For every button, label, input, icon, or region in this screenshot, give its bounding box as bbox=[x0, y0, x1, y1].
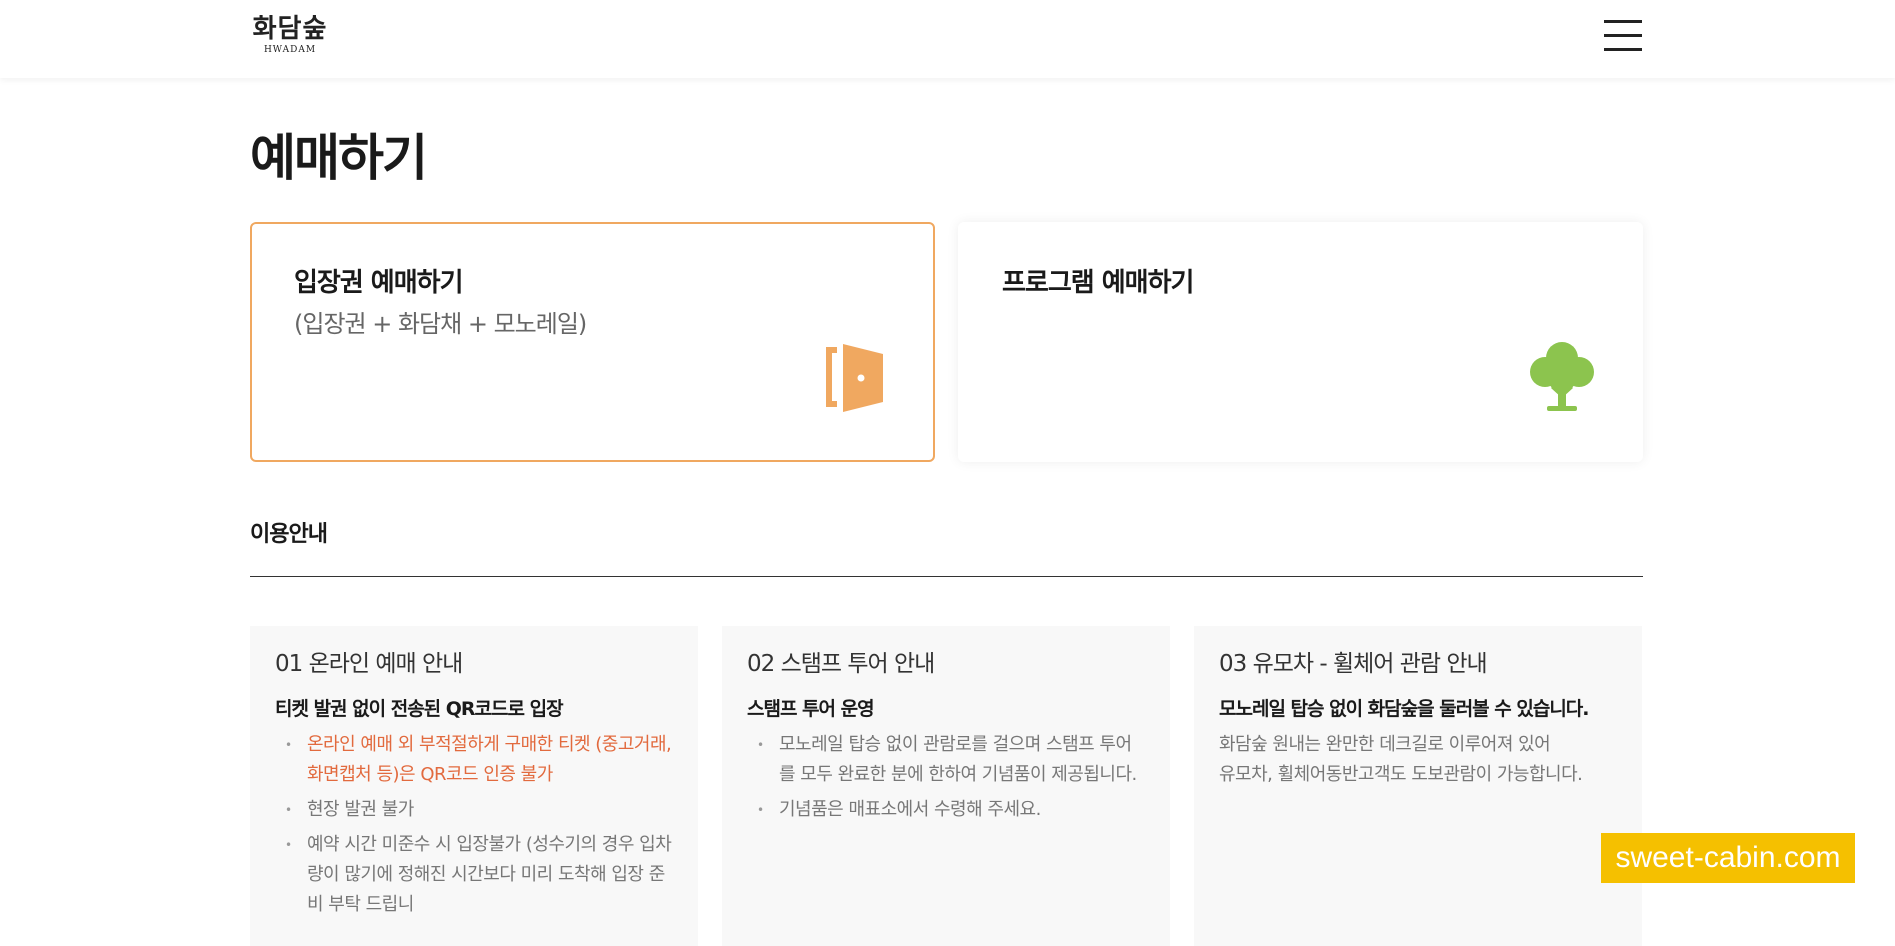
site-logo[interactable]: 화담숲 HWADAM bbox=[250, 14, 330, 58]
info-list: 온라인 예매 외 부적절하게 구매한 티켓 (중고거래, 화면캡처 등)은 QR… bbox=[275, 730, 674, 920]
info-box-title: 02 스탬프 투어 안내 bbox=[747, 651, 935, 677]
info-list: 모노레일 탑승 없이 관람로를 걸으며 스탬프 투어를 모두 완료한 분에 한하… bbox=[747, 730, 1146, 825]
logo-korean: 화담숲 bbox=[252, 14, 328, 44]
site-header: 화담숲 HWADAM bbox=[0, 0, 1895, 78]
info-box-online-booking: 01 온라인 예매 안내 티켓 발권 없이 전송된 QR코드로 입장 온라인 예… bbox=[250, 626, 698, 946]
info-box-title: 03 유모차 - 휠체어 관람 안내 bbox=[1219, 651, 1488, 677]
list-item: 온라인 예매 외 부적절하게 구매한 티켓 (중고거래, 화면캡처 등)은 QR… bbox=[275, 730, 674, 790]
hamburger-menu-button[interactable] bbox=[1604, 20, 1644, 54]
door-icon bbox=[825, 340, 883, 418]
info-box-text-line-1: 화담숲 원내는 완만한 데크길로 이루어져 있어 bbox=[1219, 734, 1551, 755]
program-card-title: 프로그램 예매하기 bbox=[1002, 268, 1194, 298]
list-item: 예약 시간 미준수 시 입장불가 (성수기의 경우 입차량이 많기에 정해진 시… bbox=[275, 830, 674, 920]
ticket-booking-card[interactable]: 입장권 예매하기 (입장권 + 화담채 + 모노레일) bbox=[250, 222, 935, 462]
logo-english: HWADAM bbox=[263, 45, 317, 55]
page-title: 예매하기 bbox=[250, 129, 428, 187]
info-box-title: 01 온라인 예매 안내 bbox=[275, 651, 463, 677]
ticket-card-subtitle: (입장권 + 화담채 + 모노레일) bbox=[294, 310, 587, 338]
info-heading: 이용안내 bbox=[250, 522, 328, 547]
info-divider bbox=[250, 576, 1643, 577]
info-box-stroller-wheelchair: 03 유모차 - 휠체어 관람 안내 모노레일 탑승 없이 화담숲을 둘러볼 수… bbox=[1194, 626, 1642, 946]
tree-icon bbox=[1527, 340, 1597, 418]
list-item: 모노레일 탑승 없이 관람로를 걸으며 스탬프 투어를 모두 완료한 분에 한하… bbox=[747, 730, 1146, 790]
menu-icon bbox=[1604, 20, 1642, 23]
watermark: sweet-cabin.com bbox=[1601, 833, 1855, 883]
ticket-card-title: 입장권 예매하기 bbox=[294, 268, 463, 298]
list-item: 현장 발권 불가 bbox=[275, 795, 674, 825]
info-box-subtitle: 모노레일 탑승 없이 화담숲을 둘러볼 수 있습니다. bbox=[1219, 698, 1590, 720]
info-box-subtitle: 스탬프 투어 운영 bbox=[747, 698, 875, 720]
list-item: 기념품은 매표소에서 수령해 주세요. bbox=[747, 795, 1146, 825]
info-box-stamp-tour: 02 스탬프 투어 안내 스탬프 투어 운영 모노레일 탑승 없이 관람로를 걸… bbox=[722, 626, 1170, 946]
info-box-text-line-2: 유모차, 휠체어동반고객도 도보관람이 가능합니다. bbox=[1219, 764, 1583, 785]
info-box-subtitle: 티켓 발권 없이 전송된 QR코드로 입장 bbox=[275, 698, 564, 720]
program-booking-card[interactable]: 프로그램 예매하기 bbox=[958, 222, 1643, 462]
